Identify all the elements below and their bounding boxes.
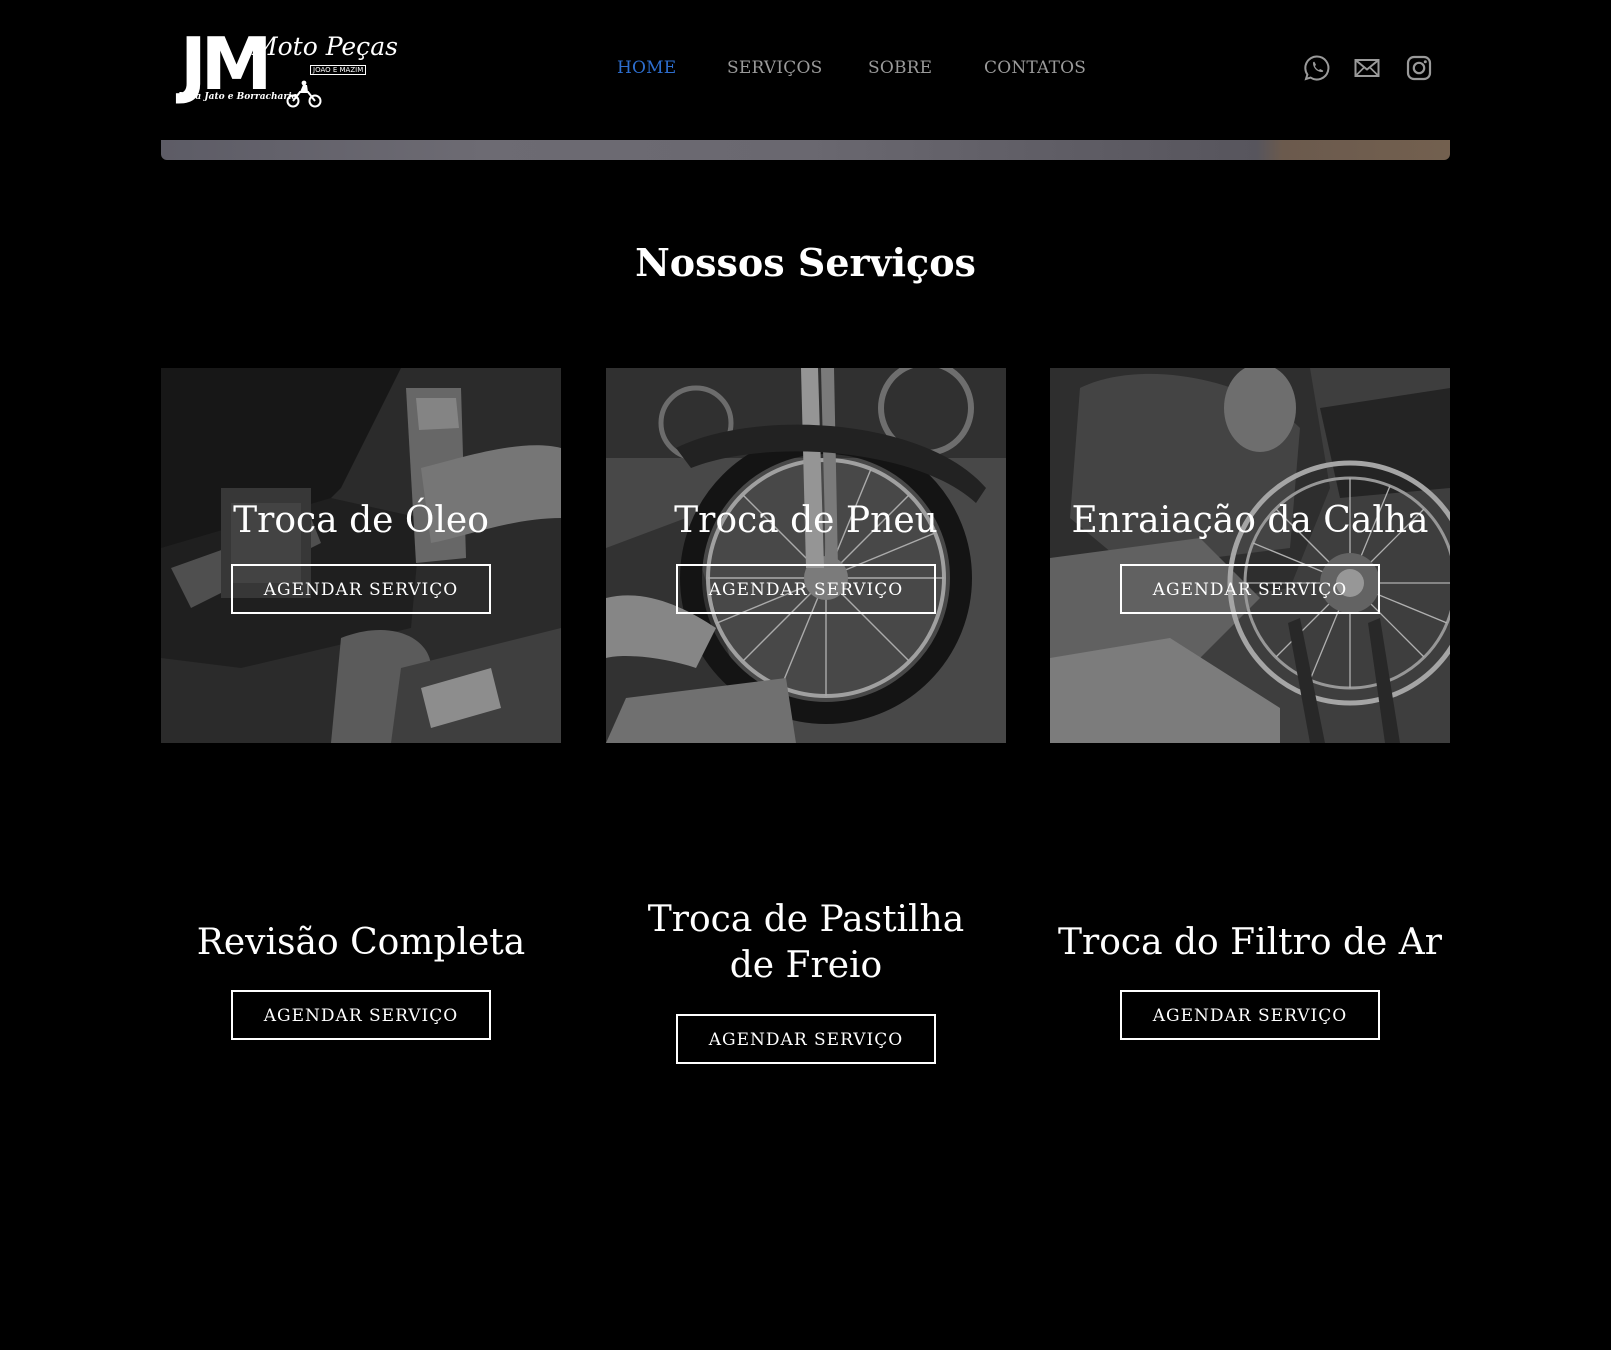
whatsapp-icon[interactable] xyxy=(1303,54,1331,82)
nav-sobre[interactable]: SOBRE xyxy=(868,58,932,78)
service-title: Troca de Óleo xyxy=(233,500,489,541)
hero-banner-edge xyxy=(161,140,1450,160)
nav-contatos[interactable]: CONTATOS xyxy=(984,58,1086,78)
service-title: Enraiação da Calha xyxy=(1071,500,1429,541)
schedule-service-button[interactable]: AGENDAR SERVIÇO xyxy=(676,564,936,614)
service-title: Troca do Filtro de Ar xyxy=(1058,922,1442,963)
service-photo-enraiacao xyxy=(1050,368,1450,743)
service-card-enraiacao: Enraiação da Calha AGENDAR SERVIÇO xyxy=(1050,368,1450,743)
service-title: Revisão Completa xyxy=(196,922,526,963)
schedule-service-button[interactable]: AGENDAR SERVIÇO xyxy=(1120,990,1380,1040)
site-header: JM Moto Peças JOÃO E MAZIM Lava Jato e B… xyxy=(0,0,1611,140)
services-title: Nossos Serviços xyxy=(635,240,976,285)
service-photo-oleo xyxy=(161,368,561,743)
service-card-pneu: Troca de Pneu AGENDAR SERVIÇO xyxy=(606,368,1006,743)
service-photo-pneu xyxy=(606,368,1006,743)
service-card-oleo: Troca de Óleo AGENDAR SERVIÇO xyxy=(161,368,561,743)
logo-tag: JOÃO E MAZIM xyxy=(310,65,367,75)
schedule-service-button[interactable]: AGENDAR SERVIÇO xyxy=(1120,564,1380,614)
schedule-service-button[interactable]: AGENDAR SERVIÇO xyxy=(676,1014,936,1064)
logo-script: Moto Peças xyxy=(252,32,398,61)
instagram-icon[interactable] xyxy=(1405,54,1433,82)
schedule-service-button[interactable]: AGENDAR SERVIÇO xyxy=(231,990,491,1040)
brand-logo[interactable]: JM Moto Peças JOÃO E MAZIM Lava Jato e B… xyxy=(178,28,398,114)
nav-home[interactable]: HOME xyxy=(617,58,676,78)
service-title: Troca de Pneu xyxy=(674,500,938,541)
nav-servicos[interactable]: SERVIÇOS xyxy=(727,58,822,78)
mail-icon[interactable] xyxy=(1353,54,1381,82)
service-title: Troca de Pastilha de Freio xyxy=(647,899,965,986)
motorcycle-icon xyxy=(286,80,322,108)
logo-sub: Lava Jato e Borracharia xyxy=(178,92,298,102)
schedule-service-button[interactable]: AGENDAR SERVIÇO xyxy=(231,564,491,614)
